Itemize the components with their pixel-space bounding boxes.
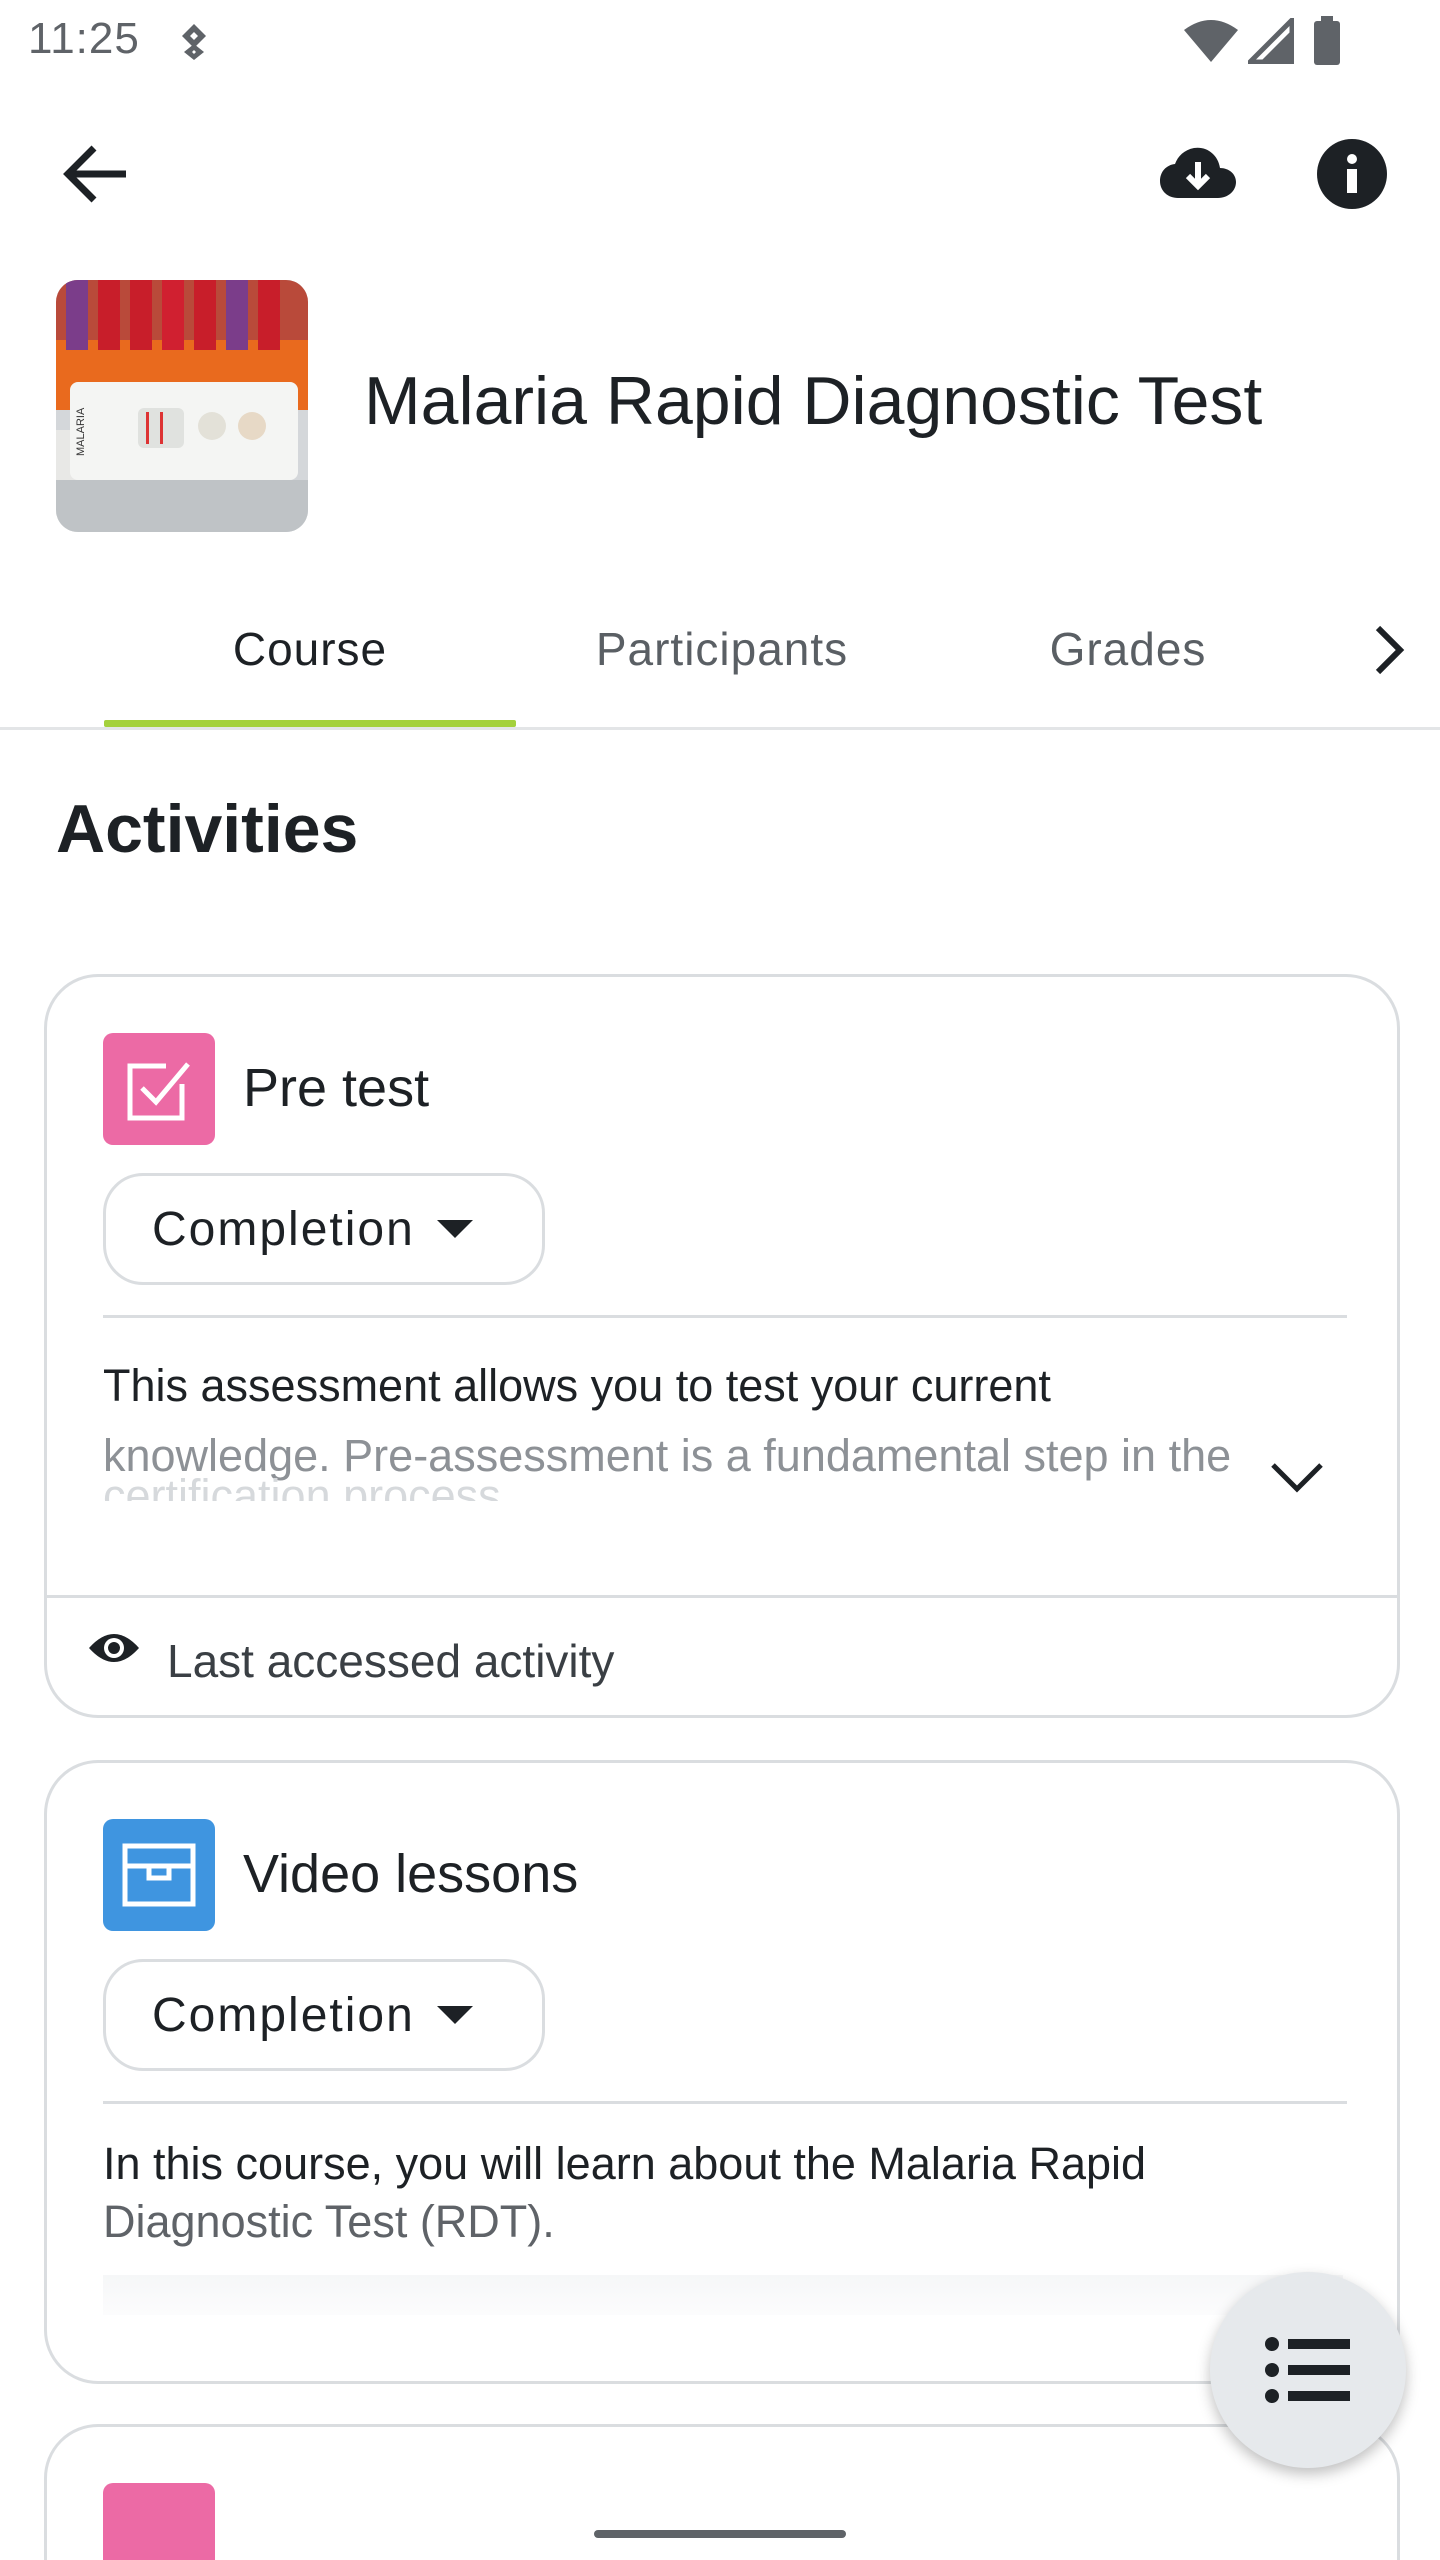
activity-title[interactable]: Video lessons [243,1843,578,1905]
description-line: In this course, you will learn about the… [103,2138,1147,2189]
checkbox-icon [103,1033,215,1145]
image-label: MALARIA [75,407,87,456]
description-line: Diagnostic Test (RDT). [103,2196,555,2247]
download-button[interactable] [1150,132,1246,216]
activity-description: In this course, you will learn about the… [103,2135,1343,2251]
info-icon [1317,139,1387,209]
section-title: Activities [56,791,359,867]
completion-label: Completion [152,1988,415,2042]
activity-title[interactable]: Pre test [243,1057,429,1119]
info-button[interactable] [1310,132,1394,216]
description-line: This assessment allows you to test your … [103,1360,1051,1411]
signal-icon [1243,13,1295,69]
course-page: 11:25 MALARIA Malaria Rapid Diagnostic T… [0,0,1440,2560]
tabs-next-button[interactable] [1350,610,1430,690]
course-header: MALARIA Malaria Rapid Diagnostic Test [0,278,1440,534]
tab-grades[interactable]: Grades [928,570,1328,727]
gesture-bar[interactable] [594,2530,846,2538]
app-bar [0,110,1440,230]
arrow-back-icon [63,145,126,203]
expand-description-button[interactable] [1267,1447,1327,1507]
box-icon [103,1819,215,1931]
divider [103,2101,1347,2104]
course-tabs: Course Participants Grades [0,570,1440,730]
eye-icon [87,1628,141,1673]
checkbox-icon [103,2483,215,2560]
status-time: 11:25 [28,14,140,63]
battery-icon [1312,16,1342,71]
tab-indicator [104,720,516,727]
activity-description: This assessment allows you to test your … [103,1351,1363,1501]
list-icon [1265,2337,1350,2403]
activity-card[interactable]: Video lessons Completion In this course,… [44,1760,1400,2384]
last-accessed-label: Last accessed activity [167,1635,615,1687]
status-bar: 11:25 [0,0,1440,84]
completion-dropdown[interactable]: Completion [103,1173,545,1285]
card-footer: Last accessed activity [47,1595,1397,1715]
tab-course[interactable]: Course [104,570,516,727]
caret-down-icon [436,1220,473,1238]
course-image: MALARIA [56,280,308,532]
chevron-right-icon [1375,625,1405,675]
back-button[interactable] [54,132,138,216]
divider [103,1315,1347,1318]
caret-down-icon [436,2006,473,2024]
description-fade [103,2275,1343,2315]
activity-card[interactable] [44,2424,1400,2560]
cloud-download-icon [1160,147,1236,198]
tab-participants[interactable]: Participants [516,570,928,727]
course-index-button[interactable] [1210,2272,1406,2468]
completion-label: Completion [152,1202,415,1256]
usb-debug-icon [176,20,212,69]
activity-card[interactable]: Pre test Completion This assessment allo… [44,974,1400,1718]
completion-dropdown[interactable]: Completion [103,1959,545,2071]
chevron-down-icon [1271,1463,1323,1493]
wifi-icon [1182,18,1240,69]
course-title: Malaria Rapid Diagnostic Test [364,363,1263,439]
